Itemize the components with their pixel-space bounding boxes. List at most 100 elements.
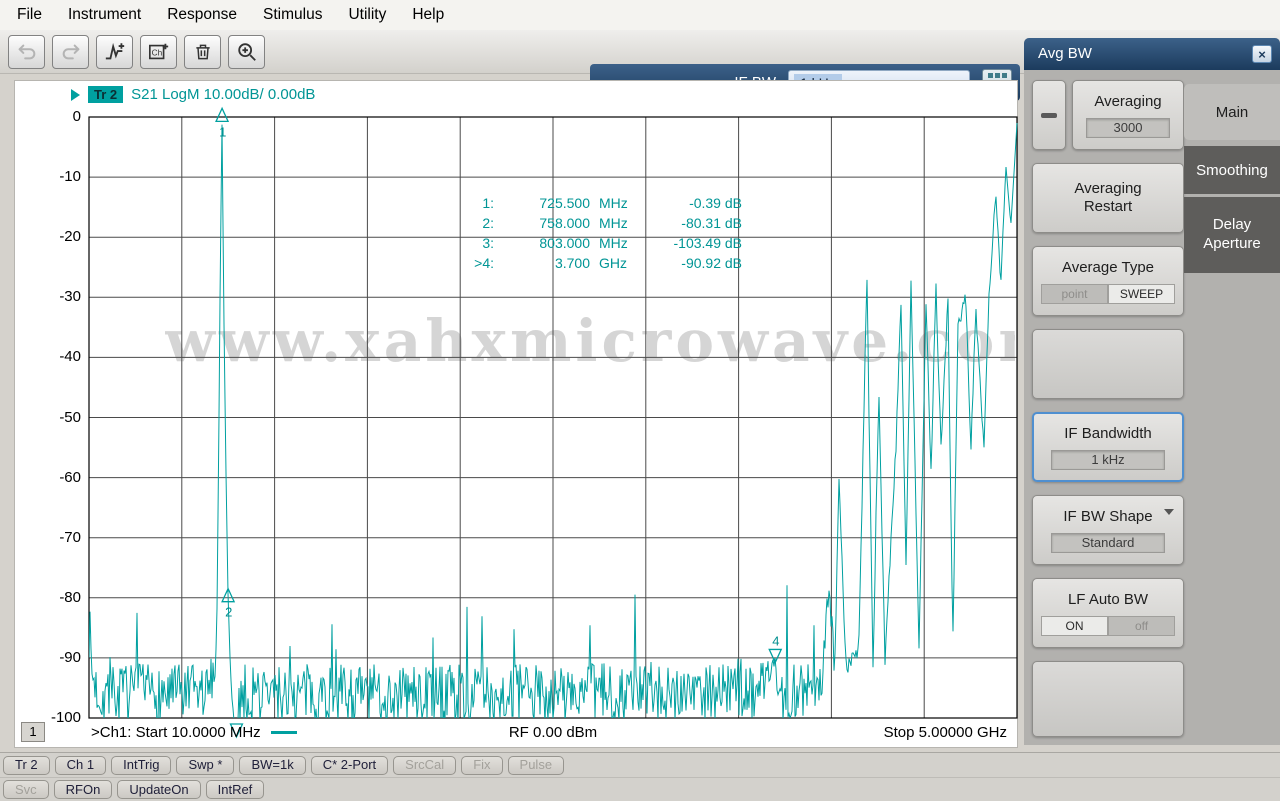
averaging-toggle-button[interactable] [1032,80,1066,150]
chart-card: www.xahxmicrowave.com 124 Tr 2 S21 LogM … [14,80,1018,748]
status-pulse[interactable]: Pulse [508,756,565,775]
marker-readout-level: -0.39 dB [642,193,742,213]
if-bw-shape-button[interactable]: IF BW Shape Standard [1032,495,1184,565]
trash-icon [193,41,213,63]
trace-active-icon [71,89,80,101]
menu-item-file[interactable]: File [4,0,55,30]
menu-item-instrument[interactable]: Instrument [55,0,154,30]
y-axis-label: -70 [19,528,81,548]
marker-readout-freq: 3.700 [494,253,590,273]
add-channel-icon: Ch [148,41,170,63]
status-inttrig[interactable]: IntTrig [111,756,171,775]
status-swp[interactable]: Swp * [176,756,234,775]
redo-button[interactable] [52,35,89,69]
menu-item-help[interactable]: Help [399,0,457,30]
marker-label-4: 4 [772,633,779,648]
if-bw-shape-label: IF BW Shape [1063,508,1152,526]
dropdown-arrow-icon [1164,509,1174,515]
tab-delay-aperture[interactable]: Delay Aperture [1184,197,1280,273]
y-axis-label: -30 [19,287,81,307]
marker-readout-prefix: >4: [456,253,494,273]
redo-icon [60,41,82,63]
zoom-button[interactable] [228,35,265,69]
minus-icon [1041,113,1057,118]
undo-button[interactable] [8,35,45,69]
close-icon[interactable]: × [1252,45,1272,63]
y-axis-label: -50 [19,408,81,428]
if-bandwidth-label: IF Bandwidth [1064,425,1152,443]
marker-readout-unit: MHz [590,233,642,253]
average-type-sweep-option[interactable]: SWEEP [1108,284,1175,304]
trace-badge[interactable]: Tr 2 [88,86,123,103]
blank-button-2[interactable] [1032,661,1184,737]
y-axis-label: -100 [19,708,81,728]
delete-button[interactable] [184,35,221,69]
marker-glyph-1 [216,108,228,121]
add-trace-button[interactable] [96,35,133,69]
status-updateon[interactable]: UpdateOn [117,780,200,799]
marker-readout-level: -103.49 dB [642,233,742,253]
stop-frequency-label: Stop 5.00000 GHz [884,724,1007,741]
status-rfon[interactable]: RFOn [54,780,113,799]
y-axis-label: -40 [19,347,81,367]
menu-bar: FileInstrumentResponseStimulusUtilityHel… [0,0,1280,30]
y-axis-label: 0 [19,107,81,127]
status-fix[interactable]: Fix [461,756,502,775]
status-bar-row-2: Svc RFOnUpdateOn IntRef [0,777,1280,801]
undo-icon [16,41,38,63]
if-bandwidth-button[interactable]: IF Bandwidth 1 kHz [1032,412,1184,482]
marker-readout-prefix: 1: [456,193,494,213]
if-bw-shape-value: Standard [1051,533,1165,553]
lf-auto-bw-off-option[interactable]: off [1108,616,1175,636]
status-srccal[interactable]: SrcCal [393,756,456,775]
average-type-toggle: point SWEEP [1041,284,1175,304]
marker-label-1: 1 [219,124,226,139]
status-intref[interactable]: IntRef [206,780,265,799]
rf-power-label: RF 0.00 dBm [89,724,1017,741]
average-type-button[interactable]: Average Type point SWEEP [1032,246,1184,316]
status-ch-1[interactable]: Ch 1 [55,756,106,775]
status-tr-2[interactable]: Tr 2 [3,756,50,775]
panel-buttons: Averaging 3000 Averaging Restart Average… [1032,80,1184,750]
lf-auto-bw-label: LF Auto BW [1068,591,1148,609]
zoom-in-icon [236,41,258,63]
trace-header: Tr 2 S21 LogM 10.00dB/ 0.00dB [71,86,315,103]
avg-bw-panel: Avg BW × Averaging 3000 Averaging Restar… [1024,38,1280,745]
menu-item-stimulus[interactable]: Stimulus [250,0,335,30]
averaging-label: Averaging [1094,93,1161,111]
status-bw-1k[interactable]: BW=1k [239,756,305,775]
tab-smoothing[interactable]: Smoothing [1184,146,1280,194]
tool-buttons: Ch [8,35,265,69]
averaging-restart-button[interactable]: Averaging Restart [1032,163,1184,233]
if-bandwidth-value: 1 kHz [1051,450,1165,470]
tab-main[interactable]: Main [1184,84,1280,140]
marker-readout-unit: GHz [590,253,642,273]
panel-tabs: Main Smoothing Delay Aperture [1184,84,1280,273]
status-svc[interactable]: Svc [3,780,49,799]
marker-readout-level: -80.31 dB [642,213,742,233]
marker-readout: 1:725.500MHz-0.39 dB2:758.000MHz-80.31 d… [456,193,742,273]
marker-label-2: 2 [225,605,232,620]
lf-auto-bw-button[interactable]: LF Auto BW ON off [1032,578,1184,648]
plot-area[interactable]: 1 2 4 [15,81,1019,749]
lf-auto-bw-toggle: ON off [1041,616,1175,636]
add-channel-button[interactable]: Ch [140,35,177,69]
averaging-value: 3000 [1086,118,1170,138]
trace-title: S21 LogM 10.00dB/ 0.00dB [131,86,315,103]
lf-auto-bw-on-option[interactable]: ON [1041,616,1108,636]
y-axis-label: -20 [19,227,81,247]
blank-button-1[interactable] [1032,329,1184,399]
y-axis-label: -10 [19,167,81,187]
y-axis-label: -60 [19,468,81,488]
y-axis-label: -90 [19,648,81,668]
marker-readout-freq: 758.000 [494,213,590,233]
average-type-point-option[interactable]: point [1041,284,1108,304]
svg-text:Ch: Ch [151,49,162,58]
menu-item-utility[interactable]: Utility [335,0,399,30]
panel-title: Avg BW [1024,38,1280,70]
status-c-2-port[interactable]: C* 2-Port [311,756,388,775]
marker-readout-freq: 803.000 [494,233,590,253]
averaging-button[interactable]: Averaging 3000 [1072,80,1184,150]
menu-item-response[interactable]: Response [154,0,250,30]
marker-readout-prefix: 2: [456,213,494,233]
